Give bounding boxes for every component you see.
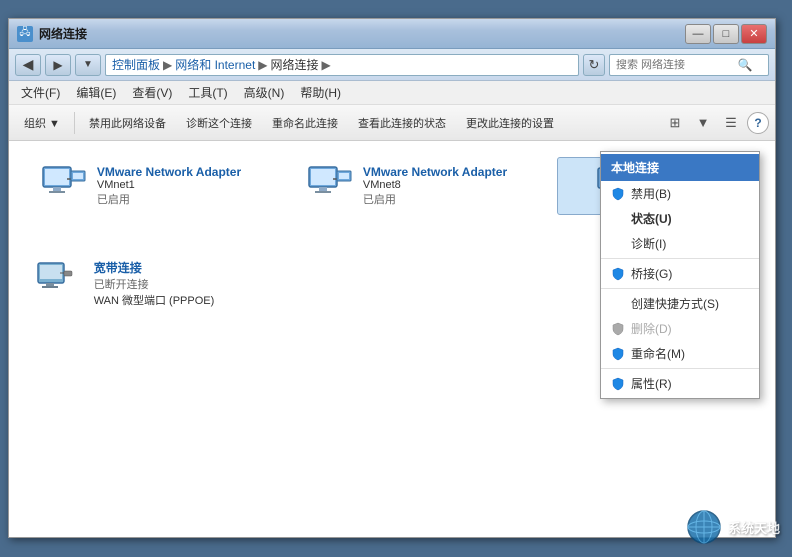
list-item[interactable]: VMware Network Adapter VMnet1 已启用 bbox=[25, 157, 255, 215]
menu-tools[interactable]: 工具(T) bbox=[180, 82, 235, 103]
network-adapter-icon bbox=[305, 165, 353, 205]
shield-icon bbox=[611, 377, 625, 391]
context-menu-shortcut[interactable]: 创建快捷方式(S) bbox=[601, 291, 759, 316]
search-bar: 🔍 bbox=[609, 54, 769, 76]
toolbar-right: ⊞ ▼ ☰ ? bbox=[663, 111, 769, 135]
list-item[interactable]: 宽带连接 已断开连接 WAN 微型端口 (PPPOE) bbox=[25, 251, 225, 316]
titlebar: 🖧 网络连接 — □ ✕ bbox=[9, 19, 775, 49]
disable-label: 禁用(B) bbox=[631, 185, 671, 202]
diagnose-label: 诊断(I) bbox=[631, 235, 666, 252]
network-type-broadband: WAN 微型端口 (PPPOE) bbox=[94, 292, 215, 308]
context-menu-bridge[interactable]: 桥接(G) bbox=[601, 261, 759, 286]
network-adapter-icon bbox=[39, 165, 87, 205]
titlebar-controls: — □ ✕ bbox=[685, 24, 767, 44]
shield-icon bbox=[611, 267, 625, 281]
network-name-vmnet1[interactable]: VMware Network Adapter bbox=[97, 165, 241, 179]
view-dropdown-button[interactable]: ▼ bbox=[691, 111, 715, 135]
view-list-button[interactable]: ☰ bbox=[719, 111, 743, 135]
toolbar: 组织 ▼ 禁用此网络设备 诊断这个连接 重命名此连接 查看此连接的状态 更改此连… bbox=[9, 105, 775, 141]
network-name-broadband[interactable]: 宽带连接 bbox=[94, 259, 215, 276]
menu-view[interactable]: 查看(V) bbox=[124, 82, 180, 103]
context-menu-sep3 bbox=[601, 368, 759, 369]
titlebar-left: 🖧 网络连接 bbox=[17, 25, 87, 42]
network-name-vmnet8[interactable]: VMware Network Adapter bbox=[363, 165, 507, 179]
shortcut-label: 创建快捷方式(S) bbox=[631, 295, 719, 312]
context-menu-rename[interactable]: 重命名(M) bbox=[601, 341, 759, 366]
help-button[interactable]: ? bbox=[747, 112, 769, 134]
context-menu-disable[interactable]: 禁用(B) bbox=[601, 181, 759, 206]
menu-advanced[interactable]: 高级(N) bbox=[236, 82, 293, 103]
network-item-broadband: 宽带连接 已断开连接 WAN 微型端口 (PPPOE) bbox=[36, 259, 215, 308]
delete-label: 删除(D) bbox=[631, 320, 672, 337]
view-mode-button[interactable]: ⊞ bbox=[663, 111, 687, 135]
watermark-text: 系统天地 bbox=[728, 518, 780, 537]
network-info-vmnet1: VMware Network Adapter VMnet1 已启用 bbox=[97, 165, 241, 207]
context-menu-sep1 bbox=[601, 258, 759, 259]
shield-icon-disabled bbox=[611, 322, 625, 336]
window-title: 网络连接 bbox=[39, 25, 87, 42]
network-item-vmnet1: VMware Network Adapter VMnet1 已启用 bbox=[39, 165, 241, 207]
forward-button[interactable]: ▶ bbox=[45, 54, 71, 76]
globe-icon bbox=[686, 509, 722, 545]
main-window: 🖧 网络连接 — □ ✕ ◀ ▶ ▼ 控制面板 ▶ 网络和 Internet ▶… bbox=[8, 18, 776, 538]
rename-button[interactable]: 重命名此连接 bbox=[263, 109, 347, 137]
properties-label: 属性(R) bbox=[631, 375, 672, 392]
change-settings-button[interactable]: 更改此连接的设置 bbox=[457, 109, 563, 137]
network-type-vmnet8: VMnet8 bbox=[363, 179, 507, 191]
context-menu-properties[interactable]: 属性(R) bbox=[601, 371, 759, 396]
diagnose-button[interactable]: 诊断这个连接 bbox=[177, 109, 261, 137]
network-status-vmnet1: 已启用 bbox=[97, 191, 241, 207]
network-type-vmnet1: VMnet1 bbox=[97, 179, 241, 191]
content-area: VMware Network Adapter VMnet1 已启用 bbox=[9, 141, 775, 537]
watermark: 系统天地 bbox=[686, 509, 780, 545]
organize-button[interactable]: 组织 ▼ bbox=[15, 109, 69, 137]
shield-icon bbox=[611, 187, 625, 201]
menu-help[interactable]: 帮助(H) bbox=[292, 82, 349, 103]
disable-device-button[interactable]: 禁用此网络设备 bbox=[80, 109, 175, 137]
dropdown-button[interactable]: ▼ bbox=[75, 54, 101, 76]
context-menu-sep2 bbox=[601, 288, 759, 289]
status-label: 状态(U) bbox=[631, 210, 672, 227]
menu-edit[interactable]: 编辑(E) bbox=[68, 82, 124, 103]
search-icon[interactable]: 🔍 bbox=[736, 56, 754, 74]
window-icon: 🖧 bbox=[17, 26, 33, 42]
network-info-broadband: 宽带连接 已断开连接 WAN 微型端口 (PPPOE) bbox=[94, 259, 215, 308]
maximize-button[interactable]: □ bbox=[713, 24, 739, 44]
rename-label: 重命名(M) bbox=[631, 345, 685, 362]
network-status-vmnet8: 已启用 bbox=[363, 191, 507, 207]
breadcrumb-item-connections: 网络连接 bbox=[271, 56, 319, 73]
list-item[interactable]: VMware Network Adapter VMnet8 已启用 bbox=[291, 157, 521, 215]
menu-file[interactable]: 文件(F) bbox=[13, 82, 68, 103]
breadcrumb-item-controlpanel[interactable]: 控制面板 bbox=[112, 56, 160, 73]
menubar: 文件(F) 编辑(E) 查看(V) 工具(T) 高级(N) 帮助(H) bbox=[9, 81, 775, 105]
broadband-icon bbox=[36, 259, 84, 299]
context-menu-diagnose[interactable]: 诊断(I) bbox=[601, 231, 759, 256]
context-menu-header: 本地连接 bbox=[601, 154, 759, 181]
breadcrumb-item-network[interactable]: 网络和 Internet bbox=[175, 56, 255, 73]
network-info-vmnet8: VMware Network Adapter VMnet8 已启用 bbox=[363, 165, 507, 207]
refresh-button[interactable]: ↻ bbox=[583, 54, 605, 76]
context-menu-status[interactable]: 状态(U) bbox=[601, 206, 759, 231]
bridge-label: 桥接(G) bbox=[631, 265, 672, 282]
search-input[interactable] bbox=[616, 59, 736, 71]
network-item-vmnet8: VMware Network Adapter VMnet8 已启用 bbox=[305, 165, 507, 207]
addressbar: ◀ ▶ ▼ 控制面板 ▶ 网络和 Internet ▶ 网络连接 ▶ ↻ 🔍 bbox=[9, 49, 775, 81]
context-menu: 本地连接 禁用(B) 状态(U) 诊断(I) bbox=[600, 151, 760, 399]
network-status-broadband: 已断开连接 bbox=[94, 276, 215, 292]
shield-icon bbox=[611, 347, 625, 361]
back-button[interactable]: ◀ bbox=[15, 54, 41, 76]
context-menu-delete: 删除(D) bbox=[601, 316, 759, 341]
view-status-button[interactable]: 查看此连接的状态 bbox=[349, 109, 455, 137]
close-button[interactable]: ✕ bbox=[741, 24, 767, 44]
breadcrumb: 控制面板 ▶ 网络和 Internet ▶ 网络连接 ▶ bbox=[105, 54, 579, 76]
toolbar-separator bbox=[74, 112, 75, 134]
minimize-button[interactable]: — bbox=[685, 24, 711, 44]
